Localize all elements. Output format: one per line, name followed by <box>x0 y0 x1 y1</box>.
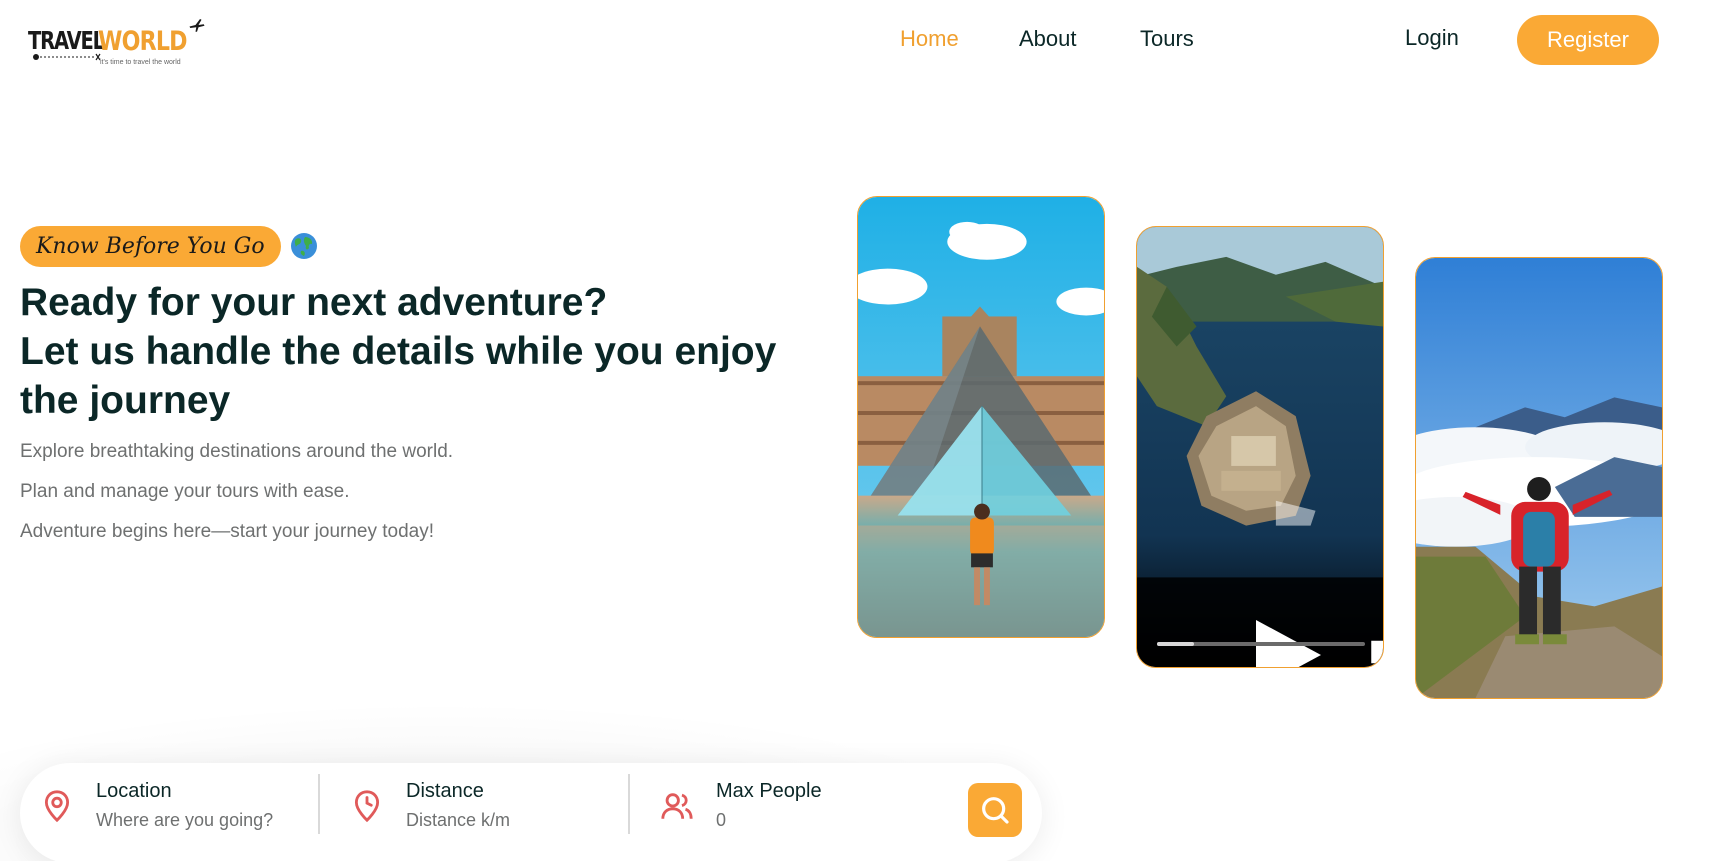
hero-description: Explore breathtaking destinations around… <box>20 440 720 560</box>
hero-video-island[interactable] <box>1136 226 1384 668</box>
distance-input[interactable] <box>406 808 616 832</box>
logo-flight-path-icon <box>33 53 101 61</box>
video-controls <box>1137 577 1383 667</box>
nav-link-home[interactable]: Home <box>900 26 959 52</box>
hero-image-hiker <box>1415 257 1663 699</box>
max-people-input[interactable] <box>716 808 926 832</box>
location-label: Location <box>96 780 172 802</box>
search-field-location[interactable]: Location <box>40 775 320 835</box>
logo-text-primary: TRAVEL <box>28 26 105 55</box>
logo-tagline: it's time to travel the world <box>100 59 181 66</box>
search-field-divider <box>628 774 630 834</box>
search-field-divider <box>318 774 320 834</box>
hero-title: Ready for your next adventure? Let us ha… <box>20 278 800 425</box>
login-button[interactable]: Login <box>1405 25 1459 51</box>
hero-image-louvre <box>857 196 1105 638</box>
hero-description-line: Plan and manage your tours with ease. <box>20 481 350 502</box>
clock-icon <box>354 790 380 823</box>
distance-label: Distance <box>406 780 484 802</box>
nav-link-tours[interactable]: Tours <box>1140 26 1194 52</box>
more-vertical-icon[interactable] <box>1349 607 1384 668</box>
search-field-distance[interactable]: Distance <box>350 775 630 835</box>
video-progress-fill <box>1157 642 1195 646</box>
hero-title-line: Let us handle the details while you enjo… <box>20 330 777 373</box>
plane-icon <box>189 19 205 32</box>
search-icon <box>982 797 1009 824</box>
nav-link-about[interactable]: About <box>1019 26 1077 52</box>
map-pin-icon <box>44 790 70 823</box>
search-button[interactable] <box>968 783 1022 837</box>
site-header: TRAVEL WORLD it's time to travel the wor… <box>0 0 1718 80</box>
search-field-max-people[interactable]: Max People <box>660 775 940 835</box>
hero-description-line: Explore breathtaking destinations around… <box>20 441 454 462</box>
hero-description-line: Adventure begins here—start your journey… <box>20 521 435 542</box>
video-progress-bar[interactable] <box>1157 642 1365 646</box>
users-icon <box>661 793 693 819</box>
globe-icon <box>290 233 317 259</box>
tour-search-bar: Location Distance Max People <box>20 763 1042 861</box>
hero-subtitle: Know Before You Go <box>20 225 281 267</box>
hero-subtitle-row: Know Before You Go <box>20 225 319 267</box>
site-logo[interactable]: TRAVEL WORLD it's time to travel the wor… <box>28 16 208 72</box>
location-input[interactable] <box>96 808 306 832</box>
logo-text-secondary: WORLD <box>98 26 188 57</box>
hero-title-line: the journey <box>20 379 231 422</box>
max-people-label: Max People <box>716 780 822 802</box>
register-button[interactable]: Register <box>1517 15 1659 65</box>
hero-title-line: Ready for your next adventure? <box>20 281 608 324</box>
